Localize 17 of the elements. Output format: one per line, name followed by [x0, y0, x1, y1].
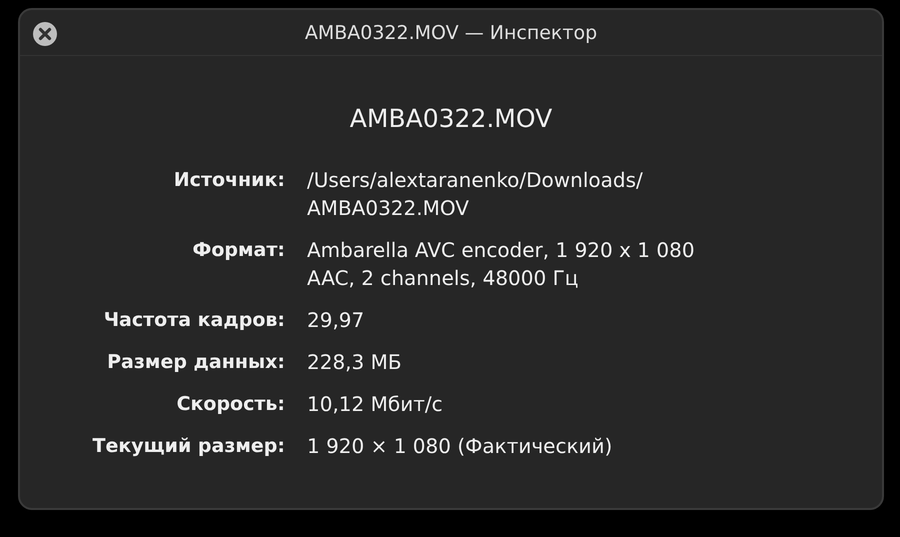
property-label: Текущий размер:	[92, 434, 285, 456]
window-title: AMBA0322.MOV — Инспектор	[304, 22, 598, 44]
file-name-heading: AMBA0322.MOV	[350, 104, 552, 133]
property-label: Частота кадров:	[104, 308, 285, 330]
property-label: Формат:	[192, 238, 285, 260]
property-value: 1 920 × 1 080 (Фактический)	[307, 434, 612, 458]
property-label: Источник:	[174, 168, 285, 190]
property-value: 29,97	[307, 308, 364, 332]
property-value: /Users/alextaranenko/Downloads/	[307, 168, 643, 192]
property-value: AAC, 2 channels, 48000 Гц	[307, 266, 578, 290]
property-value: Ambarella AVC encoder, 1 920 x 1 080	[307, 238, 695, 262]
property-label: Размер данных:	[107, 350, 285, 372]
property-value: 10,12 Мбит/с	[307, 392, 443, 416]
property-value: 228,3 МБ	[307, 350, 402, 374]
property-label: Скорость:	[176, 392, 285, 414]
close-icon[interactable]	[32, 21, 58, 47]
property-value: AMBA0322.MOV	[307, 196, 469, 220]
